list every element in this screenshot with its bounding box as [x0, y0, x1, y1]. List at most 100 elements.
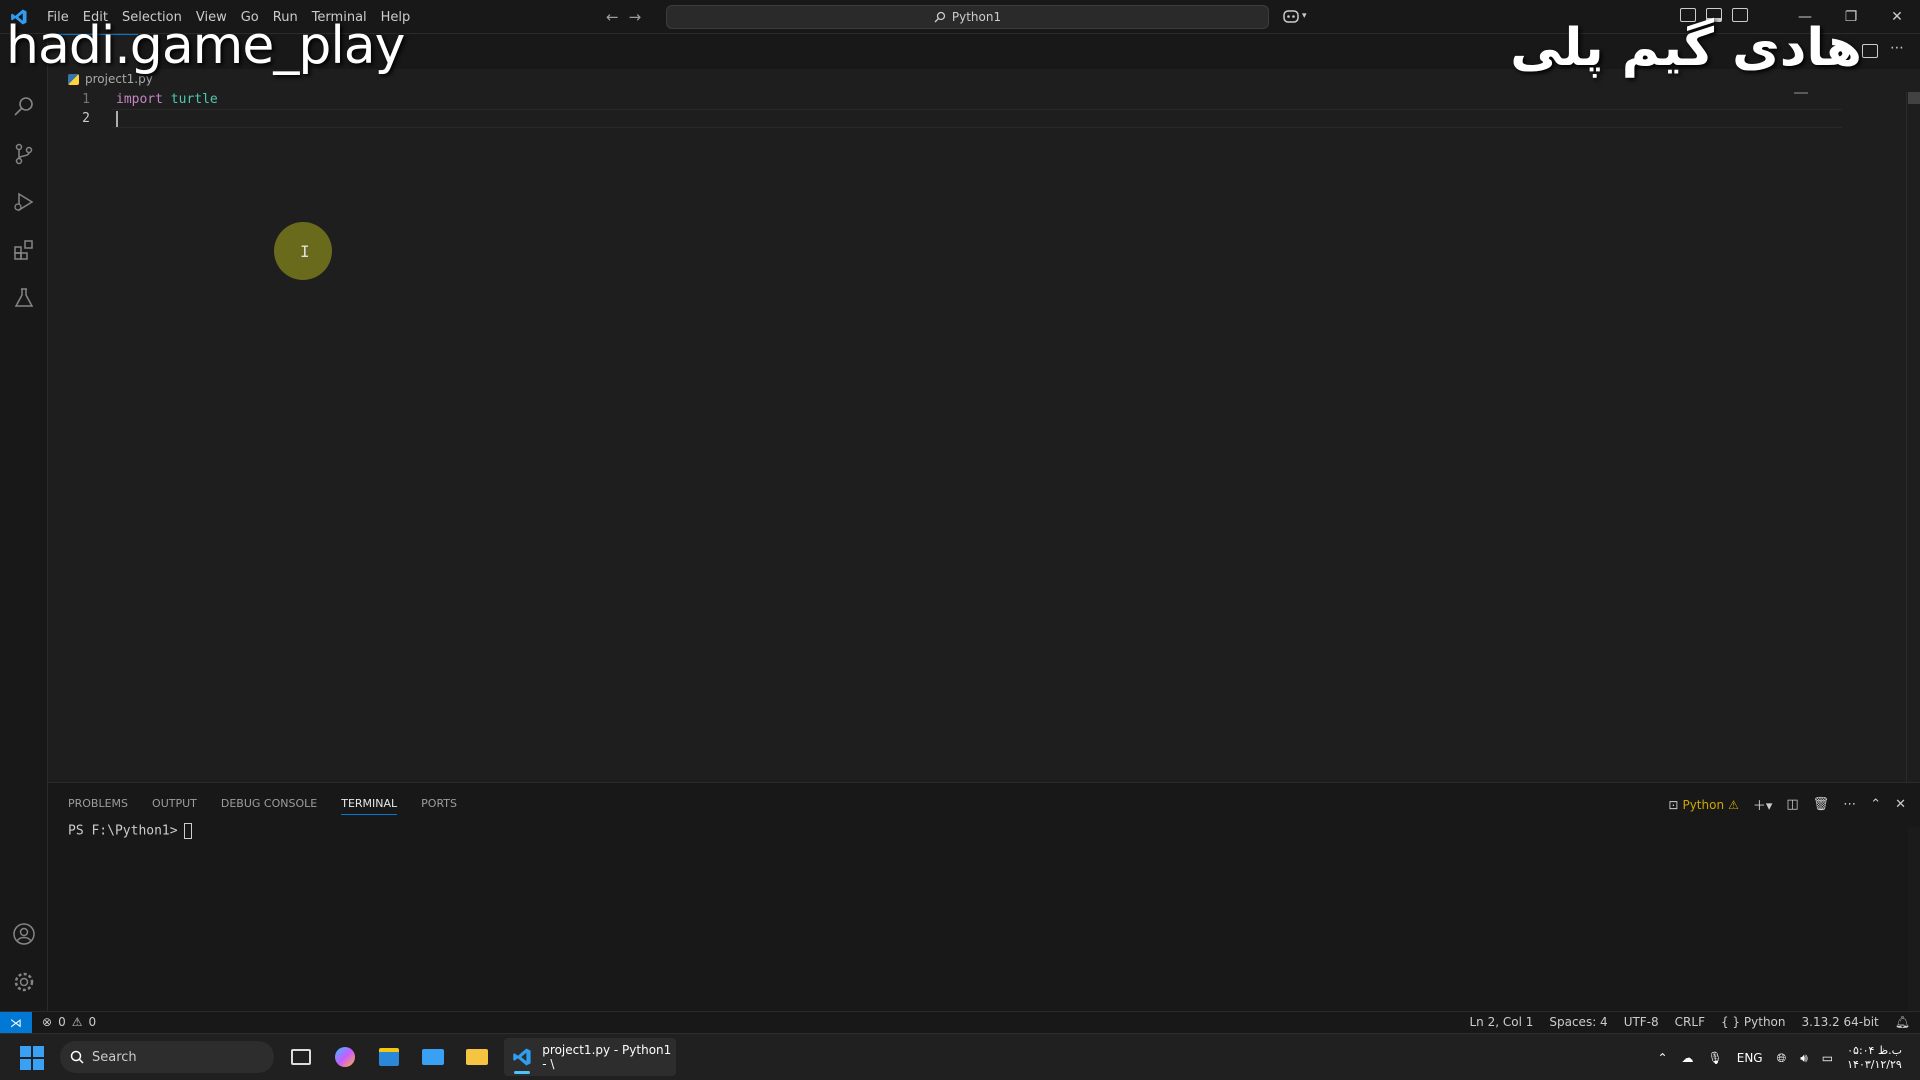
keyword-token: import [116, 92, 163, 107]
microphone-icon[interactable]: 🎙︎ [1708, 1051, 1723, 1065]
bell-icon[interactable]: 🔔︎ [1895, 1015, 1910, 1029]
account-icon[interactable] [12, 922, 36, 946]
search-icon [70, 1050, 84, 1064]
command-center-label: Python1 [951, 10, 1002, 24]
search-icon[interactable] [12, 94, 36, 118]
remote-desktop-icon[interactable] [418, 1042, 448, 1072]
warning-count: 0 [88, 1015, 97, 1029]
onedrive-off-icon[interactable]: ☁ [1682, 1051, 1694, 1065]
module-token: turtle [170, 92, 218, 107]
problems-indicator[interactable]: ⊗ 0 ⚠ 0 [42, 1015, 96, 1029]
testing-flask-icon[interactable] [12, 286, 36, 310]
panel-actions: ⊡ Python ⚠ ＋▾ ◫ 🗑 ⋯ ⌃ ✕ [1668, 795, 1906, 814]
clock-time: ب.ظ ۰۵:۰۴ [1847, 1044, 1902, 1057]
warning-icon: ⚠ [71, 1015, 83, 1029]
watermark-right: هادی گیم پلی [1510, 18, 1862, 78]
input-language[interactable]: ENG [1737, 1051, 1763, 1065]
code-editor[interactable]: 1 import turtle 2 [48, 90, 1908, 782]
terminal-name: Python [1682, 797, 1725, 812]
source-control-icon[interactable] [12, 142, 36, 166]
close-panel-icon[interactable]: ✕ [1895, 797, 1906, 812]
chevron-up-icon[interactable]: ⌃ [1657, 1051, 1667, 1065]
activity-bar [0, 34, 48, 1011]
taskbar-search[interactable]: Search [60, 1041, 274, 1073]
editor-scrollbar-edge [1906, 92, 1907, 782]
clock-date: ۱۴۰۳/۱۲/۲۹ [1847, 1058, 1902, 1071]
more-actions-icon[interactable]: ⋯ [1843, 797, 1856, 812]
trash-icon[interactable]: 🗑 [1813, 797, 1830, 812]
taskbar-search-label: Search [92, 1049, 137, 1065]
bottom-panel: PROBLEMS OUTPUT DEBUG CONSOLE TERMINAL P… [48, 782, 1920, 1012]
windows-taskbar: Search project1.py - Python1 - \ ⌃ ☁ 🎙︎ … [0, 1033, 1920, 1080]
editor-scrollbar[interactable] [1908, 92, 1920, 782]
terminal-scrollbar[interactable] [1908, 827, 1920, 1012]
task-view-icon[interactable] [286, 1042, 316, 1072]
tab-problems[interactable]: PROBLEMS [68, 797, 128, 815]
indentation[interactable]: Spaces: 4 [1549, 1015, 1607, 1029]
close-icon[interactable]: ✕ [1874, 0, 1920, 34]
line-number: 1 [82, 92, 90, 107]
terminal-icon: ⊡ [1668, 797, 1679, 812]
warning-icon: ⚠ [1728, 797, 1739, 812]
panel-tabs: PROBLEMS OUTPUT DEBUG CONSOLE TERMINAL P… [68, 797, 457, 815]
line-number: 2 [82, 111, 90, 126]
split-editor-icon[interactable] [1862, 44, 1878, 58]
settings-gear-icon[interactable] [12, 970, 36, 994]
back-arrow-icon[interactable]: ← [606, 8, 619, 26]
windows-start-icon[interactable] [20, 1046, 44, 1070]
split-terminal-icon[interactable]: ◫ [1786, 797, 1798, 812]
chevron-down-icon: ▾ [1302, 11, 1307, 21]
maximize-panel-icon[interactable]: ⌃ [1870, 797, 1881, 812]
remote-indicator-icon[interactable]: ⋊ [0, 1012, 32, 1034]
forward-arrow-icon[interactable]: → [629, 8, 642, 26]
clock[interactable]: ب.ظ ۰۵:۰۴ ۱۴۰۳/۱۲/۲۹ [1847, 1044, 1902, 1072]
error-count: 0 [58, 1015, 66, 1029]
minimap[interactable] [1794, 92, 1808, 94]
search-icon [934, 11, 946, 23]
code-line: 2 [48, 111, 1788, 130]
copilot-icon [1283, 10, 1299, 23]
code-line: 1 import turtle [48, 92, 1788, 111]
terminal-selector[interactable]: ⊡ Python ⚠ [1668, 798, 1738, 812]
language-label: Python [1743, 1015, 1786, 1029]
command-center[interactable]: Python1 [666, 5, 1269, 29]
terminal-cursor [183, 823, 192, 839]
vscode-logo-icon [513, 1048, 531, 1066]
encoding[interactable]: UTF-8 [1624, 1015, 1659, 1029]
terminal-prompt: PS F:\Python1> [68, 823, 178, 839]
battery-icon[interactable]: ▭ [1822, 1051, 1833, 1065]
file-explorer-icon[interactable] [462, 1042, 492, 1072]
tab-output[interactable]: OUTPUT [152, 797, 197, 815]
python-interpreter[interactable]: 3.13.2 64-bit [1802, 1015, 1879, 1029]
terminal-output[interactable]: PS F:\Python1> [68, 823, 192, 839]
ibeam-cursor-icon: I [300, 242, 310, 261]
status-right: Ln 2, Col 1 Spaces: 4 UTF-8 CRLF { } Pyt… [1470, 1015, 1911, 1029]
tab-ports[interactable]: PORTS [421, 797, 457, 815]
line-ending[interactable]: CRLF [1675, 1015, 1705, 1029]
tab-terminal[interactable]: TERMINAL [341, 797, 398, 815]
code-text: import turtle [116, 92, 218, 107]
status-bar: ⋊ ⊗ 0 ⚠ 0 Ln 2, Col 1 Spaces: 4 UTF-8 CRLF… [0, 1011, 1920, 1034]
scrollbar-thumb[interactable] [1908, 92, 1920, 104]
active-window-title: project1.py - Python1 - \ [542, 1043, 672, 1071]
system-tray: ⌃ ☁ 🎙︎ ENG 🌐︎ 🔊︎ ▭ ب.ظ ۰۵:۰۴ ۱۴۰۳/۱۲/۲۹ [1657, 1044, 1902, 1072]
run-debug-icon[interactable] [12, 190, 36, 214]
braces-icon: { } [1720, 1015, 1741, 1029]
watermark-left: hadi.game_play [6, 16, 405, 76]
text-caret [116, 111, 118, 127]
taskbar-vscode-window[interactable]: project1.py - Python1 - \ [504, 1038, 676, 1076]
microsoft-store-icon[interactable] [374, 1042, 404, 1072]
new-terminal-icon[interactable]: ＋▾ [1753, 795, 1773, 814]
network-icon[interactable]: 🌐︎ [1777, 1051, 1787, 1066]
more-actions-icon[interactable]: ⋯ [1890, 40, 1904, 56]
error-icon: ⊗ [42, 1015, 53, 1029]
pinned-apps [286, 1042, 492, 1072]
cursor-position[interactable]: Ln 2, Col 1 [1470, 1015, 1534, 1029]
volume-icon[interactable]: 🔊︎ [1800, 1051, 1808, 1066]
copilot-app-icon[interactable] [330, 1042, 360, 1072]
tab-debug-console[interactable]: DEBUG CONSOLE [221, 797, 317, 815]
copilot-menu[interactable]: ▾ [1282, 8, 1307, 24]
history-navigation: ← → [606, 8, 641, 26]
extensions-icon[interactable] [12, 238, 36, 262]
language-mode[interactable]: { } Python [1721, 1015, 1786, 1029]
